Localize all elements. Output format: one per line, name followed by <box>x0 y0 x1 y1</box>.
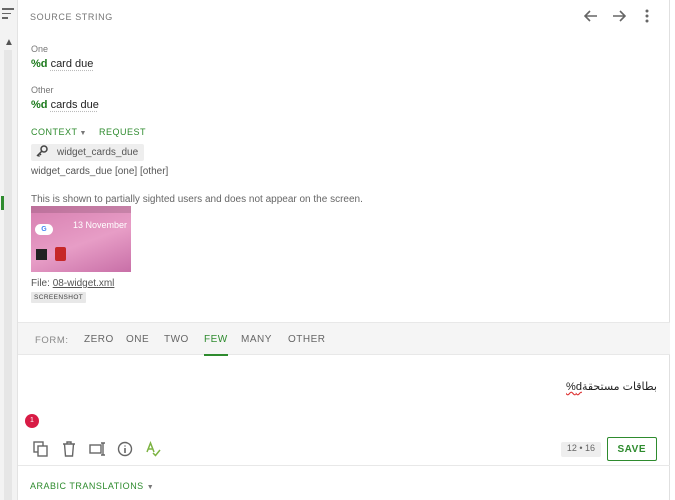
placeholder-token: %d <box>31 58 48 70</box>
spellcheck-icon[interactable] <box>144 440 162 458</box>
chevron-down-icon: ▼ <box>146 484 155 491</box>
editor-toolbar <box>32 440 162 458</box>
tab-one[interactable]: ONE <box>126 334 149 356</box>
screenshot-thumbnail[interactable]: G 13 November <box>31 206 131 272</box>
chevron-down-icon: ▼ <box>79 130 87 137</box>
string-key-forms: widget_cards_due [one] [other] <box>31 166 169 177</box>
placeholder-token: d% <box>566 381 582 393</box>
widget-date: 13 November <box>72 220 127 230</box>
plural-form-tabs: FORM: ZERO ONE TWO FEW MANY OTHER <box>18 322 670 356</box>
screenshot-badge: SCREENSHOT <box>31 292 87 303</box>
key-icon <box>35 144 49 161</box>
context-row: CONTEXT ▼ REQUEST <box>31 127 146 137</box>
source-words: cards due <box>50 99 99 111</box>
app-icon <box>36 249 47 260</box>
translations-label: ARABIC TRANSLATIONS <box>30 481 144 491</box>
context-description: This is shown to partially sighted users… <box>31 194 363 205</box>
context-label: CONTEXT <box>31 127 78 137</box>
translation-text: بطاقات مستحقة <box>581 381 657 393</box>
file-link[interactable]: 08-widget.xml <box>53 278 115 289</box>
google-logo-icon: G <box>35 224 53 235</box>
more-vert-icon[interactable] <box>639 8 655 24</box>
tab-zero[interactable]: ZERO <box>84 334 114 356</box>
file-label: File: <box>31 278 50 289</box>
form-label: FORM: <box>35 335 69 346</box>
tab-other[interactable]: OTHER <box>288 334 326 356</box>
active-item-marker <box>1 196 4 210</box>
info-icon[interactable] <box>116 440 134 458</box>
phone-status-bar <box>31 206 131 213</box>
tab-many[interactable]: MANY <box>241 334 272 356</box>
character-counter: 12 • 16 <box>560 442 601 457</box>
keyboard-icon[interactable] <box>88 440 106 458</box>
app-icon <box>55 247 66 261</box>
arrow-right-icon[interactable] <box>611 8 627 24</box>
source-text-other: %d cards due <box>31 99 99 111</box>
divider <box>18 465 670 466</box>
translations-toggle[interactable]: ARABIC TRANSLATIONS ▼ <box>30 481 154 491</box>
context-toggle[interactable]: CONTEXT ▼ <box>31 127 87 137</box>
nav-controls <box>583 8 655 24</box>
string-key: widget_cards_due <box>57 147 139 158</box>
placeholder-token: %d <box>31 99 48 111</box>
section-title: SOURCE STRING <box>30 12 113 22</box>
filter-list-icon[interactable] <box>2 8 14 19</box>
copy-source-icon[interactable] <box>32 440 50 458</box>
string-key-chip[interactable]: widget_cards_due <box>31 144 145 161</box>
source-words: card due <box>50 58 94 70</box>
source-text-one: %d card due <box>31 58 93 70</box>
plural-label-one: One <box>31 44 49 54</box>
arrow-left-icon[interactable] <box>583 8 599 24</box>
request-context-button[interactable]: REQUEST <box>99 127 146 137</box>
tab-two[interactable]: TWO <box>164 334 189 356</box>
source-string-panel: SOURCE STRING One %d card due Other %d c… <box>18 0 670 500</box>
error-count-badge[interactable]: 1 <box>25 414 39 428</box>
translation-input[interactable]: بطاقات مستحقةd% <box>566 380 657 393</box>
delete-icon[interactable] <box>60 440 78 458</box>
scrollbar[interactable] <box>4 50 12 500</box>
file-line: File: 08-widget.xml <box>31 278 114 289</box>
scroll-up-icon[interactable]: ▲ <box>4 37 14 48</box>
tab-few[interactable]: FEW <box>204 334 228 356</box>
left-sidebar-strip: ▲ <box>0 0 18 500</box>
plural-label-other: Other <box>31 85 54 95</box>
save-button[interactable]: SAVE <box>606 437 657 461</box>
